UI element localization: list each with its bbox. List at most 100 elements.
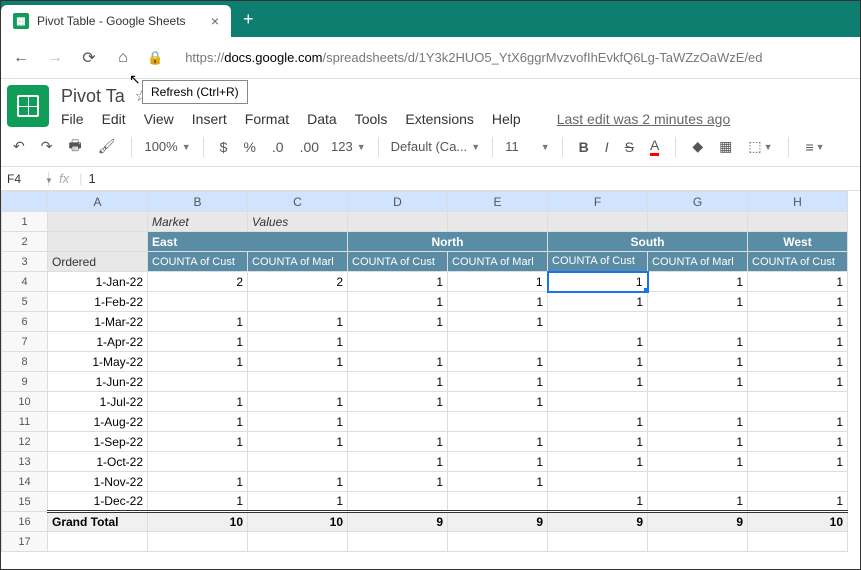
- cell[interactable]: 1-Aug-22: [48, 412, 148, 432]
- menu-view[interactable]: View: [144, 111, 174, 127]
- col-header[interactable]: C: [248, 192, 348, 212]
- menu-tools[interactable]: Tools: [355, 111, 388, 127]
- cell[interactable]: 1: [748, 372, 848, 392]
- cell[interactable]: [448, 412, 548, 432]
- cell[interactable]: 1: [148, 332, 248, 352]
- cell[interactable]: 1: [648, 372, 748, 392]
- row-header[interactable]: 15: [2, 492, 48, 512]
- cell[interactable]: West: [748, 232, 848, 252]
- cell[interactable]: [448, 332, 548, 352]
- cell[interactable]: 1: [448, 352, 548, 372]
- col-header[interactable]: D: [348, 192, 448, 212]
- cell[interactable]: 1: [748, 492, 848, 512]
- col-header[interactable]: H: [748, 192, 848, 212]
- cell[interactable]: 9: [648, 512, 748, 532]
- home-button[interactable]: ⌂: [113, 49, 133, 67]
- cell[interactable]: 1: [748, 412, 848, 432]
- decrease-decimal-button[interactable]: .0: [268, 135, 288, 159]
- cell[interactable]: 1-Jul-22: [48, 392, 148, 412]
- row-header[interactable]: 6: [2, 312, 48, 332]
- cell[interactable]: 1: [548, 412, 648, 432]
- sheets-logo[interactable]: [7, 85, 49, 127]
- cell[interactable]: COUNTA of Cust: [148, 252, 248, 272]
- cell[interactable]: COUNTA of Marl: [448, 252, 548, 272]
- cell[interactable]: [748, 532, 848, 552]
- cell[interactable]: 1: [248, 492, 348, 512]
- row-header[interactable]: 10: [2, 392, 48, 412]
- col-header[interactable]: F: [548, 192, 648, 212]
- cell[interactable]: 1: [648, 292, 748, 312]
- cell[interactable]: 1-Dec-22: [48, 492, 148, 512]
- document-title[interactable]: Pivot Ta: [61, 86, 125, 107]
- zoom-select[interactable]: 100%▼: [144, 139, 190, 154]
- row-header[interactable]: 1: [2, 212, 48, 232]
- cell[interactable]: [648, 312, 748, 332]
- url-field[interactable]: https://docs.google.com/spreadsheets/d/1…: [185, 50, 850, 65]
- cell[interactable]: 1: [548, 292, 648, 312]
- row-header[interactable]: 12: [2, 432, 48, 452]
- cell[interactable]: 1-Nov-22: [48, 472, 148, 492]
- cell[interactable]: [48, 212, 148, 232]
- cell[interactable]: 1: [248, 472, 348, 492]
- increase-decimal-button[interactable]: .00: [296, 135, 323, 159]
- cell[interactable]: [648, 392, 748, 412]
- paint-format-button[interactable]: 🖌: [94, 134, 120, 159]
- cell[interactable]: 9: [548, 512, 648, 532]
- browser-tab[interactable]: ▦ Pivot Table - Google Sheets ×: [1, 5, 231, 37]
- cell[interactable]: 9: [348, 512, 448, 532]
- cell[interactable]: 1: [348, 292, 448, 312]
- cell[interactable]: [748, 392, 848, 412]
- refresh-button[interactable]: ⟳: [79, 48, 99, 68]
- cell[interactable]: Grand Total: [48, 512, 148, 532]
- cell[interactable]: 1: [448, 312, 548, 332]
- row-header[interactable]: 11: [2, 412, 48, 432]
- cell[interactable]: 2: [248, 272, 348, 292]
- cell[interactable]: 1-Mar-22: [48, 312, 148, 332]
- cell[interactable]: 1: [248, 412, 348, 432]
- row-header[interactable]: 13: [2, 452, 48, 472]
- cell[interactable]: 1: [148, 352, 248, 372]
- align-button[interactable]: ≡▼: [801, 135, 828, 159]
- menu-extensions[interactable]: Extensions: [405, 111, 473, 127]
- row-header[interactable]: 2: [2, 232, 48, 252]
- cell[interactable]: 1: [648, 452, 748, 472]
- cell[interactable]: [148, 452, 248, 472]
- row-header[interactable]: 8: [2, 352, 48, 372]
- cell[interactable]: [548, 312, 648, 332]
- cell[interactable]: COUNTA of Marl: [248, 252, 348, 272]
- cell[interactable]: 1: [148, 392, 248, 412]
- row-header[interactable]: 14: [2, 472, 48, 492]
- cell[interactable]: [548, 392, 648, 412]
- row-header[interactable]: 17: [2, 532, 48, 552]
- cell[interactable]: COUNTA of Cust: [748, 252, 848, 272]
- cell[interactable]: [248, 292, 348, 312]
- cell[interactable]: [348, 332, 448, 352]
- spreadsheet-grid[interactable]: A B C D E F G H 1 Market Values 2 East N…: [1, 191, 860, 552]
- close-tab-icon[interactable]: ×: [211, 13, 219, 29]
- cell[interactable]: 1: [548, 332, 648, 352]
- cell[interactable]: [548, 472, 648, 492]
- cell[interactable]: 1: [748, 312, 848, 332]
- cell[interactable]: [348, 212, 448, 232]
- back-button[interactable]: ←: [11, 49, 31, 67]
- cell[interactable]: 1: [448, 392, 548, 412]
- cell[interactable]: 1: [648, 352, 748, 372]
- new-tab-button[interactable]: +: [243, 9, 254, 30]
- cell[interactable]: Values: [248, 212, 348, 232]
- cell[interactable]: 2: [148, 272, 248, 292]
- cell[interactable]: 1-Oct-22: [48, 452, 148, 472]
- cell[interactable]: [248, 372, 348, 392]
- col-header[interactable]: G: [648, 192, 748, 212]
- row-header[interactable]: 7: [2, 332, 48, 352]
- cell[interactable]: 1: [348, 472, 448, 492]
- cell[interactable]: [48, 532, 148, 552]
- cell[interactable]: Ordered: [48, 252, 148, 272]
- cell[interactable]: 1: [348, 392, 448, 412]
- cell[interactable]: 1: [748, 352, 848, 372]
- cell[interactable]: 1: [348, 432, 448, 452]
- cell[interactable]: 1-Sep-22: [48, 432, 148, 452]
- cell[interactable]: 1: [248, 352, 348, 372]
- cell[interactable]: 1: [648, 492, 748, 512]
- cell[interactable]: 1-Feb-22: [48, 292, 148, 312]
- cell[interactable]: 1: [248, 332, 348, 352]
